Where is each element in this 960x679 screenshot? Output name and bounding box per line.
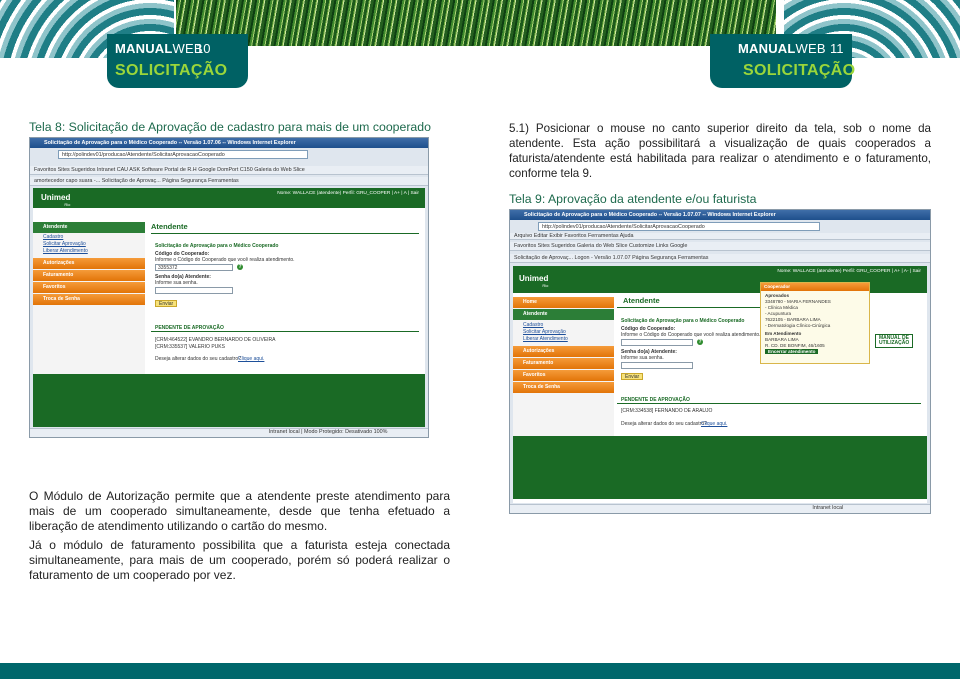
content-title: Atendente <box>623 296 660 305</box>
unimed-app: Unimed Rio Nome: WALLACE (atendente) Perf… <box>513 266 927 503</box>
manual-spread: MANUALWEB 10 SOLICITAÇÃO MANUALWEB 11 SO… <box>0 0 960 679</box>
right-page-header: MANUALWEB 11 SOLICITAÇÃO <box>710 34 856 88</box>
title-rule <box>151 233 419 234</box>
pending-item: [CRM:335537] VALERIO PUKS <box>155 344 225 350</box>
pending-item: [CRM:464522] EVANDRO BERNARDO DE OLIVEIR… <box>155 337 276 343</box>
address-bar[interactable]: http://polindev01/producao/Atendente/Sol… <box>58 150 308 159</box>
menu-autorizacoes[interactable]: Autorizações <box>33 258 145 269</box>
password-hint: Informe sua senha. <box>621 355 664 361</box>
form-title: Solicitação de Aprovação para o Médico C… <box>621 318 745 324</box>
footer-band <box>0 663 960 679</box>
right-section-title: SOLICITAÇÃO <box>743 62 856 79</box>
pending-rule <box>617 403 921 404</box>
code-hint: Informe o Código do Cooperado que você r… <box>621 332 761 338</box>
menu-favoritos[interactable]: Favoritos <box>33 282 145 293</box>
menu-sub-cadastro[interactable]: Cadastro <box>33 234 145 241</box>
code-input[interactable] <box>621 339 693 346</box>
menu-autorizacoes[interactable]: Autorizações <box>513 346 614 357</box>
right-brand: MANUALWEB <box>738 41 826 56</box>
menu-sub-liberar[interactable]: Liberar Atendimento <box>33 248 145 255</box>
content-title: Atendente <box>151 222 188 231</box>
paragraph-faturamento: Já o módulo de faturamento possibilita q… <box>29 538 450 582</box>
ie-title-bar: Solicitação de Aprovação para o Médico C… <box>510 210 930 220</box>
menu-sub-cadastro[interactable]: Cadastro <box>513 322 614 329</box>
change-text: Deseja alterar dados do seu cadastro? <box>621 421 707 427</box>
unimed-logo: Unimed Rio <box>41 193 71 207</box>
menu-home[interactable]: Home <box>513 297 614 308</box>
favorites-bar[interactable]: Favoritos Sites Sugeridos Galeria do Web… <box>510 242 930 251</box>
tabs-bar[interactable]: amortecedor capo suara -... Solicitação … <box>30 177 428 186</box>
side-menu: Atendente Cadastro Solicitar Aprovação L… <box>33 222 145 377</box>
code-input[interactable]: 3355372 <box>155 264 233 271</box>
right-page-number: 11 <box>830 41 844 56</box>
left-page-header: MANUALWEB 10 SOLICITAÇÃO <box>107 34 248 88</box>
tabs-bar[interactable]: Solicitação de Aprovaç... Logon - Versão… <box>510 254 930 263</box>
address-bar[interactable]: http://polindev01/producao/Atendente/Sol… <box>538 222 820 231</box>
favorites-bar[interactable]: Favoritos Sites Sugeridos Intranet CAU A… <box>30 166 428 175</box>
help-icon[interactable]: ? <box>237 264 243 270</box>
menu-sub-solicitar[interactable]: Solicitar Aprovação <box>33 241 145 248</box>
password-input[interactable] <box>621 362 693 369</box>
change-text: Deseja alterar dados do seu cadastro? <box>155 356 241 362</box>
approved-line: - Dermatologia Clínico-Cirúrgica <box>765 323 831 328</box>
manual-badge: MANUAL DE UTILIZAÇÃO <box>875 334 913 348</box>
app-header: Unimed Rio Nome: WALLACE (atendente) Perf… <box>33 188 425 208</box>
pending-item: [CRM:334538] FERNANDO DE ARAUJO <box>621 408 713 414</box>
menu-troca-senha[interactable]: Troca de Senha <box>33 294 145 305</box>
popup-title: Cooperador <box>761 283 869 291</box>
status-bar: Intranet local | Modo Protegido: Desativ… <box>30 428 428 437</box>
menu-favoritos[interactable]: Favoritos <box>513 370 614 381</box>
menu-sub-liberar[interactable]: Liberar Atendimento <box>513 336 614 343</box>
password-input[interactable] <box>155 287 233 294</box>
app-footer <box>33 374 425 427</box>
send-button[interactable]: Enviar <box>155 300 178 307</box>
menu-sub-solicitar[interactable]: Solicitar Aprovação <box>513 329 614 336</box>
password-hint: Informe sua senha. <box>155 280 198 286</box>
left-section-title: SOLICITAÇÃO <box>115 62 228 79</box>
change-link[interactable]: Clique aqui. <box>701 421 727 427</box>
form-title: Solicitação de Aprovação para o Médico C… <box>155 243 279 249</box>
change-link[interactable]: Clique aqui. <box>238 356 264 362</box>
step-5-1-text: 5.1) Posicionar o mouse no canto superio… <box>509 122 931 180</box>
menu-bar[interactable]: Arquivo Editar Exibir Favoritos Ferramen… <box>510 233 930 240</box>
ie-title-bar: Solicitação de Aprovação para o Médico C… <box>30 138 428 148</box>
end-attendance-button[interactable]: Encerrar atendimento <box>765 349 819 354</box>
menu-atendente[interactable]: Atendente <box>33 222 145 233</box>
cooperado-popup: Cooperador Aprovados 3348780 - MARIA FER… <box>760 282 870 364</box>
grass-photo-banner <box>176 0 776 46</box>
screenshot-tela-9: Solicitação de Aprovação para o Médico C… <box>509 209 931 514</box>
screen9-caption: Tela 9: Aprovação da atendente e/ou fatu… <box>509 192 757 206</box>
screenshot-tela-8: Solicitação de Aprovação para o Médico C… <box>29 137 429 438</box>
pending-rule <box>151 331 419 332</box>
unimed-app: Unimed Rio Nome: WALLACE (atendente) Perf… <box>33 188 425 427</box>
code-hint: Informe o Código do Cooperado que você r… <box>155 257 295 263</box>
send-button[interactable]: Enviar <box>621 373 644 380</box>
user-info: Nome: WALLACE (atendente) Perfil: GRU_CO… <box>777 269 921 274</box>
user-info: Nome: WALLACE (atendente) Perfil: GRU_CO… <box>277 191 419 196</box>
status-bar: Intranet local <box>510 504 930 513</box>
menu-faturamento[interactable]: Faturamento <box>33 270 145 281</box>
help-icon[interactable]: ? <box>697 339 703 345</box>
app-footer <box>513 436 927 499</box>
menu-faturamento[interactable]: Faturamento <box>513 358 614 369</box>
menu-atendente[interactable]: Atendente <box>513 309 614 320</box>
menu-troca-senha[interactable]: Troca de Senha <box>513 382 614 393</box>
paragraph-autorizacao: O Módulo de Autorização permite que a at… <box>29 489 450 533</box>
left-page-number: 10 <box>196 41 211 56</box>
unimed-logo: Unimed Rio <box>519 274 549 288</box>
left-brand: MANUALWEB <box>115 41 203 56</box>
screen8-caption: Tela 8: Solicitação de Aprovação de cada… <box>29 120 431 134</box>
